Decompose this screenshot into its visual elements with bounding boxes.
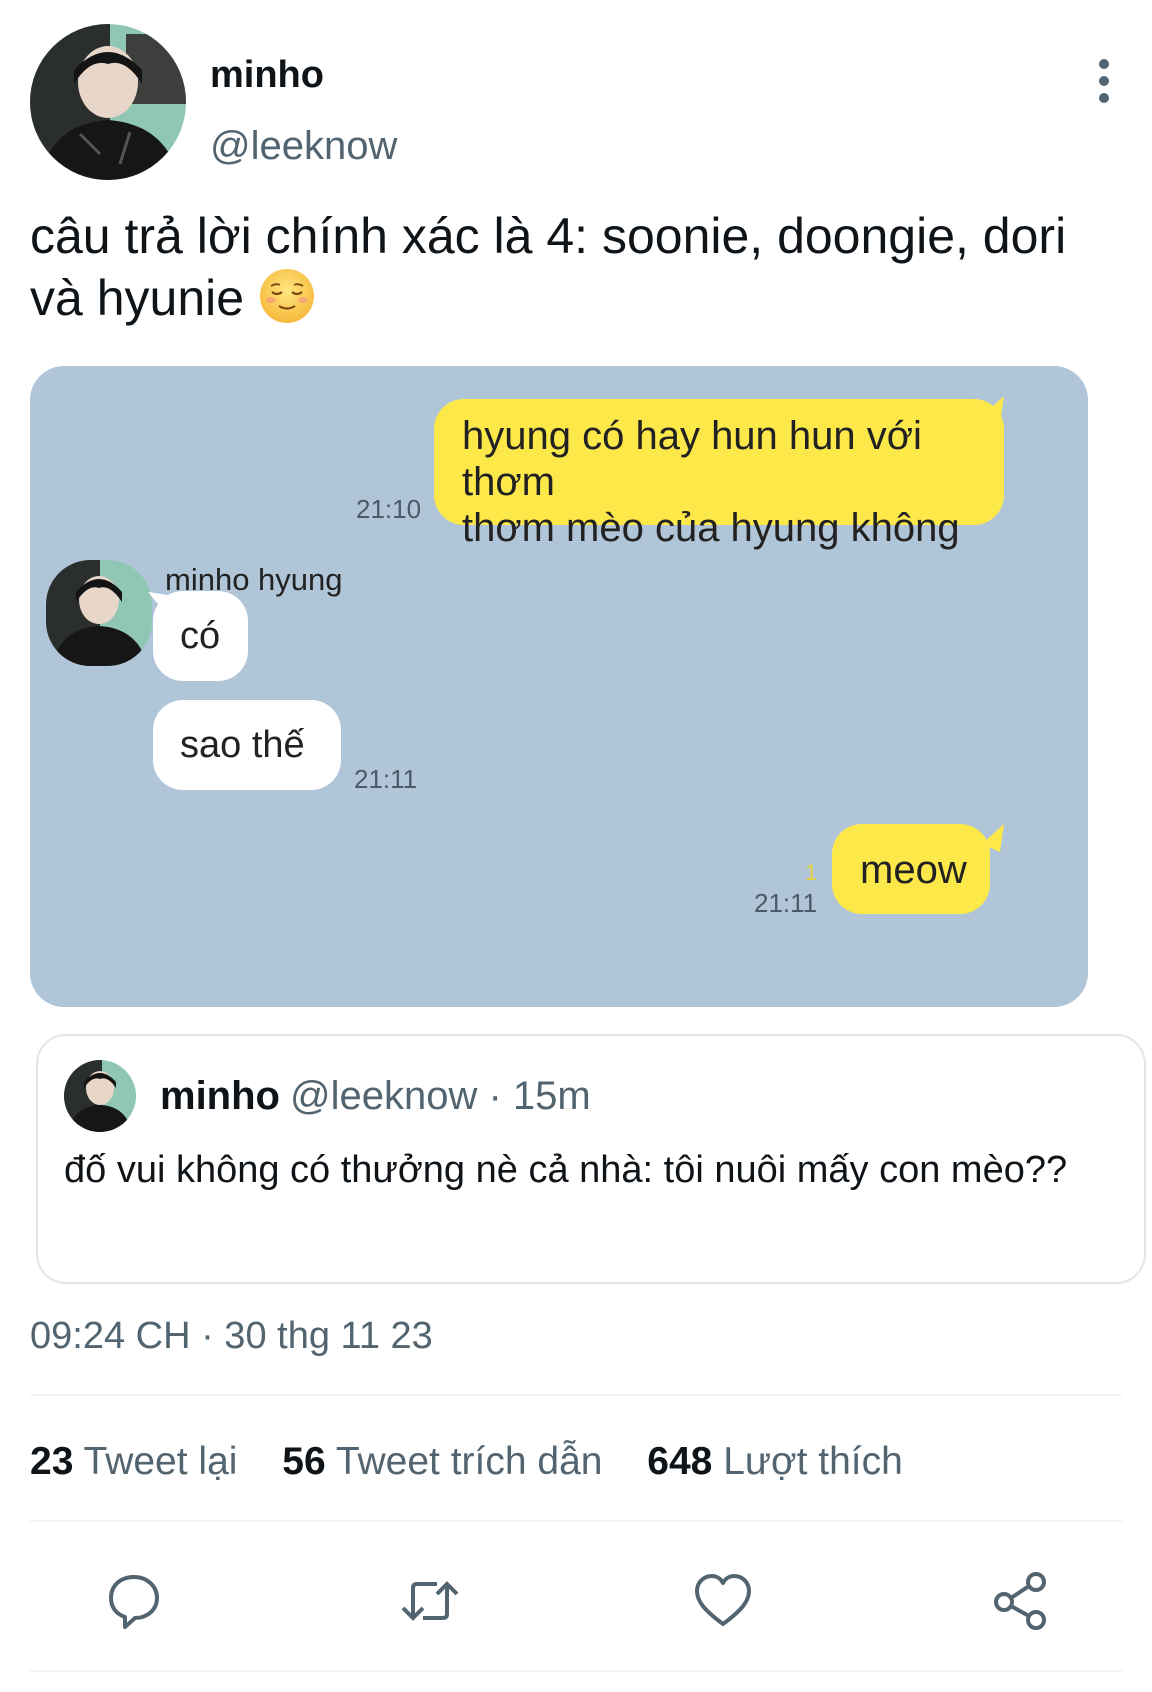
quoted-author-avatar	[64, 1060, 136, 1132]
relieved-face-emoji-icon	[259, 269, 314, 323]
quotes-count: 56	[282, 1440, 326, 1483]
chat-message-time: 21:11	[354, 764, 418, 794]
divider	[30, 1520, 1122, 1522]
like-icon[interactable]	[692, 1570, 754, 1632]
likes-stat[interactable]: 648 Lượt thích	[647, 1440, 903, 1483]
retweets-stat[interactable]: 23 Tweet lại	[30, 1440, 237, 1483]
chat-bubble-outgoing: meow	[832, 824, 990, 914]
quotes-stat[interactable]: 56 Tweet trích dẫn	[282, 1440, 602, 1483]
chat-message-line: hyung có hay hun hun với thơm	[462, 414, 922, 504]
author-handle[interactable]: @leeknow	[210, 124, 397, 169]
retweets-count: 23	[30, 1440, 74, 1483]
unread-count: 1	[805, 860, 818, 885]
retweets-label: Tweet lại	[83, 1440, 238, 1483]
chat-message-time: 21:11	[754, 888, 818, 918]
tweet-header: minho @leeknow	[30, 24, 1130, 184]
author-display-name[interactable]: minho	[210, 54, 324, 97]
chat-message-time: 21:10	[356, 494, 422, 524]
author-avatar[interactable]	[30, 24, 186, 180]
tweet-text-content: câu trả lời chính xác là 4: soonie, doon…	[30, 208, 1067, 326]
tweet-text: câu trả lời chính xác là 4: soonie, doon…	[30, 205, 1130, 329]
chat-message-line: thơm mèo của hyung không	[462, 506, 960, 550]
tweet-action-bar	[0, 1560, 1152, 1640]
retweet-icon[interactable]	[399, 1570, 461, 1632]
chat-bubble-outgoing: hyung có hay hun hun với thơm thơm mèo c…	[434, 399, 1004, 550]
chat-message-text: meow	[860, 848, 967, 892]
reply-icon[interactable]	[103, 1570, 165, 1632]
tweet-stats: 23 Tweet lại 56 Tweet trích dẫn 648 Lượt…	[30, 1440, 937, 1484]
likes-count: 648	[647, 1440, 713, 1483]
quoted-tweet-text: đố vui không có thưởng nè cả nhà: tôi nu…	[64, 1149, 1068, 1191]
chat-message-text: có	[180, 615, 221, 657]
divider	[30, 1394, 1122, 1396]
tweet-media-chat-screenshot[interactable]: hyung có hay hun hun với thơm thơm mèo c…	[30, 366, 1088, 1007]
chat-bubble-incoming: có	[153, 591, 248, 681]
tweet-timestamp[interactable]: 09:24 CH · 30 thg 11 23	[30, 1315, 433, 1358]
share-icon[interactable]	[990, 1570, 1052, 1632]
quoted-author-name: minho	[160, 1074, 280, 1118]
chat-sender-avatar	[46, 560, 152, 666]
chat-bubble-incoming: sao thế	[153, 700, 341, 790]
quoted-author-meta: @leeknow · 15m	[290, 1074, 591, 1118]
more-options-icon[interactable]	[1094, 58, 1114, 104]
chat-message-text: sao thế	[180, 724, 305, 766]
divider	[30, 1670, 1122, 1672]
quoted-tweet[interactable]: minho @leeknow · 15m đố vui không có thư…	[36, 1034, 1146, 1284]
likes-label: Lượt thích	[723, 1440, 903, 1483]
quotes-label: Tweet trích dẫn	[335, 1440, 603, 1483]
